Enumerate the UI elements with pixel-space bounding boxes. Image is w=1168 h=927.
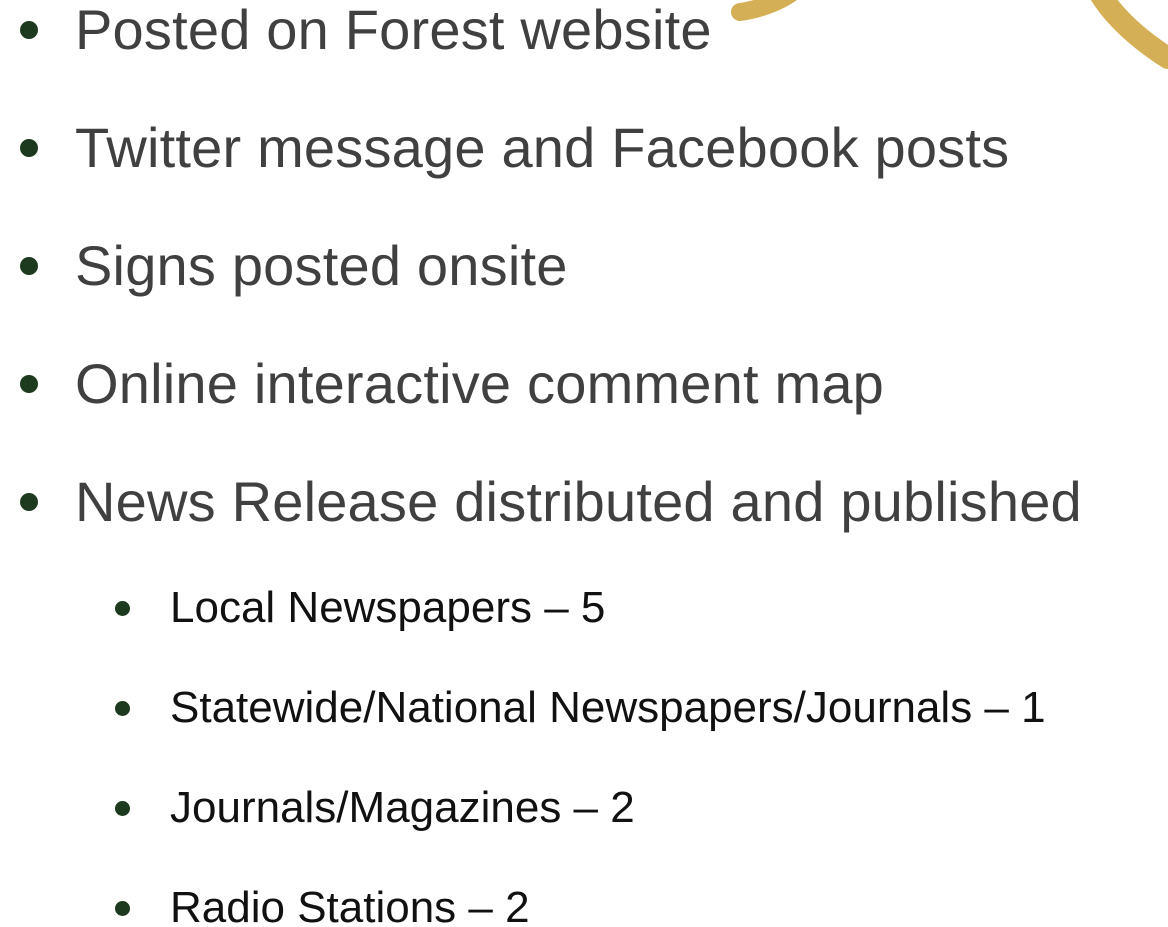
sub-bullet-dot-icon: [115, 901, 130, 916]
sub-bullet-text: Radio Stations – 2: [170, 883, 530, 927]
sub-bullet-text: Journals/Magazines – 2: [170, 783, 635, 832]
bullet-dot-icon: [20, 493, 38, 511]
sub-bullet-dot-icon: [115, 701, 130, 716]
bullet-dot-icon: [20, 139, 38, 157]
sub-bullet-text: Local Newspapers – 5: [170, 583, 606, 632]
sub-bullet-text: Statewide/National Newspapers/Journals –…: [170, 683, 1046, 732]
sub-bullet-dot-icon: [115, 601, 130, 616]
bullet-dot-icon: [20, 257, 38, 275]
bullet-text: Online interactive comment map: [75, 352, 885, 415]
sub-bullet-dot-icon: [115, 801, 130, 816]
bullet-dot-icon: [20, 375, 38, 393]
bullet-text: Posted on Forest website: [75, 0, 712, 61]
bullet-dot-icon: [20, 21, 38, 39]
bullet-text: Twitter message and Facebook posts: [75, 116, 1010, 179]
bullet-text: Signs posted onsite: [75, 234, 568, 297]
bullet-text: News Release distributed and published: [75, 470, 1082, 533]
slide: Posted on Forest website Twitter message…: [0, 0, 1168, 927]
gold-swoosh-left: [731, 0, 797, 21]
gold-swoosh-right: [1090, 0, 1168, 69]
